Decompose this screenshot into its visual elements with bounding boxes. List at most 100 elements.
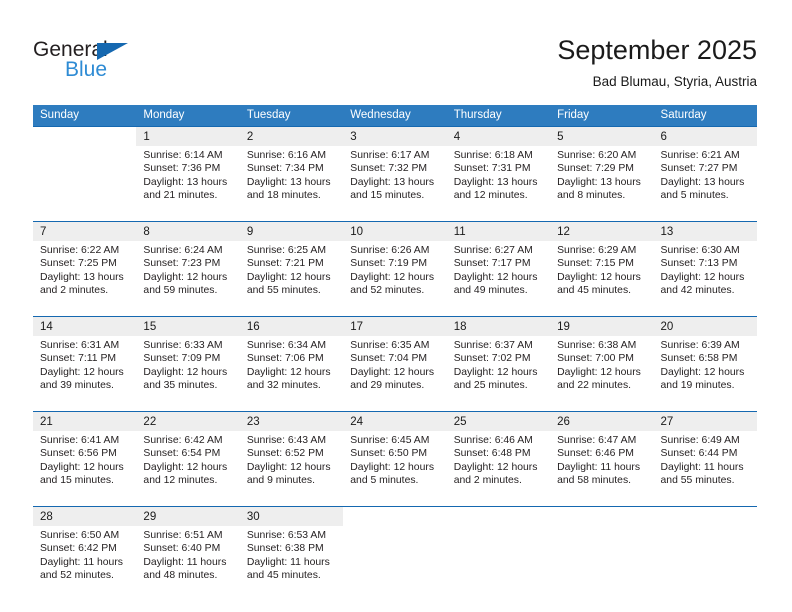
daylight-text-line2: and 59 minutes. xyxy=(143,285,218,297)
day-detail-cell-empty xyxy=(550,526,654,601)
day-number-cell[interactable]: 5 xyxy=(550,126,654,146)
day-number-cell[interactable]: 21 xyxy=(33,411,137,431)
day-number-cell[interactable]: 16 xyxy=(239,316,344,336)
daylight-text-line1: Daylight: 12 hours xyxy=(246,271,331,283)
daylight-text-line2: and 15 minutes. xyxy=(350,190,425,202)
sunset-text: Sunset: 7:13 PM xyxy=(660,258,738,270)
day-number-cell[interactable]: 3 xyxy=(343,126,447,146)
day-detail-cell: Sunrise: 6:31 AM Sunset: 7:11 PM Dayligh… xyxy=(33,336,137,412)
day-number-cell[interactable]: 13 xyxy=(653,221,757,241)
day-number-cell[interactable]: 8 xyxy=(136,221,240,241)
day-number-cell[interactable]: 12 xyxy=(550,221,654,241)
day-detail-cell: Sunrise: 6:18 AM Sunset: 7:31 PM Dayligh… xyxy=(446,146,551,222)
day-number-cell[interactable]: 30 xyxy=(239,506,344,526)
weekday-header-row: Sunday Monday Tuesday Wednesday Thursday… xyxy=(33,105,757,127)
day-number-cell[interactable]: 7 xyxy=(33,221,137,241)
sunrise-text: Sunrise: 6:41 AM xyxy=(40,435,120,446)
week-5-day-number-row: 28 29 30 xyxy=(33,506,757,526)
week-3-day-number-row: 14 15 16 17 18 19 20 xyxy=(33,316,757,336)
day-number-cell[interactable]: 2 xyxy=(239,126,344,146)
day-number-cell[interactable]: 18 xyxy=(446,316,551,336)
day-number-cell[interactable]: 1 xyxy=(136,126,240,146)
day-detail-cell-empty xyxy=(33,146,137,222)
daylight-text-line1: Daylight: 12 hours xyxy=(453,461,538,473)
daylight-text-line1: Daylight: 11 hours xyxy=(557,461,641,473)
sunset-text: Sunset: 7:06 PM xyxy=(246,353,324,365)
day-number-cell-empty xyxy=(446,506,551,526)
week-4-day-number-row: 21 22 23 24 25 26 27 xyxy=(33,411,757,431)
daylight-text-line1: Daylight: 13 hours xyxy=(557,176,641,188)
daylight-text-line2: and 55 minutes. xyxy=(660,475,735,487)
sunset-text: Sunset: 6:50 PM xyxy=(350,448,428,460)
day-number-cell[interactable]: 6 xyxy=(653,126,757,146)
daylight-text-line2: and 8 minutes. xyxy=(557,190,626,202)
sunset-text: Sunset: 7:31 PM xyxy=(453,163,531,175)
day-detail-cell: Sunrise: 6:22 AM Sunset: 7:25 PM Dayligh… xyxy=(33,241,137,317)
sunrise-text: Sunrise: 6:35 AM xyxy=(350,340,430,351)
day-number-cell[interactable]: 15 xyxy=(136,316,240,336)
daylight-text-line1: Daylight: 13 hours xyxy=(453,176,538,188)
day-detail-cell: Sunrise: 6:45 AM Sunset: 6:50 PM Dayligh… xyxy=(343,431,447,507)
day-number-cell[interactable]: 24 xyxy=(343,411,447,431)
sunset-text: Sunset: 7:34 PM xyxy=(246,163,324,175)
sunset-text: Sunset: 6:48 PM xyxy=(453,448,531,460)
day-number-cell[interactable]: 17 xyxy=(343,316,447,336)
sunrise-text: Sunrise: 6:29 AM xyxy=(557,245,637,256)
day-number-cell[interactable]: 20 xyxy=(653,316,757,336)
daylight-text-line2: and 2 minutes. xyxy=(40,285,109,297)
daylight-text-line1: Daylight: 12 hours xyxy=(557,271,641,283)
day-detail-cell: Sunrise: 6:20 AM Sunset: 7:29 PM Dayligh… xyxy=(550,146,654,222)
day-number-cell[interactable]: 22 xyxy=(136,411,240,431)
day-number-cell[interactable]: 28 xyxy=(33,506,137,526)
day-detail-cell: Sunrise: 6:25 AM Sunset: 7:21 PM Dayligh… xyxy=(239,241,344,317)
daylight-text-line2: and 2 minutes. xyxy=(453,475,522,487)
day-number-cell[interactable]: 11 xyxy=(446,221,551,241)
day-number-cell[interactable]: 4 xyxy=(446,126,551,146)
sunset-text: Sunset: 6:46 PM xyxy=(557,448,634,460)
daylight-text-line2: and 32 minutes. xyxy=(246,380,321,392)
day-number-cell[interactable]: 26 xyxy=(550,411,654,431)
daylight-text-line2: and 52 minutes. xyxy=(350,285,425,297)
sunrise-text: Sunrise: 6:39 AM xyxy=(660,340,740,351)
day-number-cell[interactable]: 19 xyxy=(550,316,654,336)
sunrise-text: Sunrise: 6:37 AM xyxy=(453,340,533,351)
day-number-cell[interactable]: 25 xyxy=(446,411,551,431)
sunset-text: Sunset: 7:36 PM xyxy=(143,163,221,175)
day-number-cell[interactable]: 9 xyxy=(239,221,344,241)
day-number-cell-empty xyxy=(343,506,447,526)
day-number-cell[interactable]: 14 xyxy=(33,316,137,336)
day-number-cell[interactable]: 23 xyxy=(239,411,344,431)
sunrise-text: Sunrise: 6:17 AM xyxy=(350,150,430,161)
daylight-text-line1: Daylight: 12 hours xyxy=(660,271,745,283)
sunrise-text: Sunrise: 6:31 AM xyxy=(40,340,120,351)
daylight-text-line2: and 21 minutes. xyxy=(143,190,218,202)
general-blue-logo: General Blue xyxy=(33,38,173,86)
sunrise-text: Sunrise: 6:49 AM xyxy=(660,435,740,446)
sunset-text: Sunset: 6:44 PM xyxy=(660,448,738,460)
day-detail-cell: Sunrise: 6:29 AM Sunset: 7:15 PM Dayligh… xyxy=(550,241,654,317)
day-number-cell[interactable]: 27 xyxy=(653,411,757,431)
daylight-text-line1: Daylight: 13 hours xyxy=(40,271,124,283)
sunset-text: Sunset: 7:32 PM xyxy=(350,163,428,175)
day-number-cell-empty xyxy=(653,506,757,526)
daylight-text-line2: and 35 minutes. xyxy=(143,380,218,392)
week-4-detail-row: Sunrise: 6:41 AM Sunset: 6:56 PM Dayligh… xyxy=(33,431,757,507)
daylight-text-line1: Daylight: 12 hours xyxy=(453,271,538,283)
daylight-text-line1: Daylight: 12 hours xyxy=(557,366,641,378)
sunset-text: Sunset: 7:11 PM xyxy=(40,353,117,365)
daylight-text-line2: and 52 minutes. xyxy=(40,570,114,582)
day-number-cell[interactable]: 10 xyxy=(343,221,447,241)
day-number-cell[interactable]: 29 xyxy=(136,506,240,526)
daylight-text-line1: Daylight: 11 hours xyxy=(40,556,123,568)
logo-text-blue: Blue xyxy=(65,58,108,81)
day-detail-cell: Sunrise: 6:53 AM Sunset: 6:38 PM Dayligh… xyxy=(239,526,344,601)
daylight-text-line2: and 58 minutes. xyxy=(557,475,632,487)
daylight-text-line1: Daylight: 12 hours xyxy=(143,461,228,473)
sunset-text: Sunset: 7:15 PM xyxy=(557,258,634,270)
day-detail-cell: Sunrise: 6:41 AM Sunset: 6:56 PM Dayligh… xyxy=(33,431,137,507)
daylight-text-line1: Daylight: 12 hours xyxy=(350,461,435,473)
daylight-text-line2: and 29 minutes. xyxy=(350,380,425,392)
sunrise-text: Sunrise: 6:24 AM xyxy=(143,245,223,256)
daylight-text-line2: and 45 minutes. xyxy=(557,285,632,297)
day-detail-cell: Sunrise: 6:51 AM Sunset: 6:40 PM Dayligh… xyxy=(136,526,240,601)
